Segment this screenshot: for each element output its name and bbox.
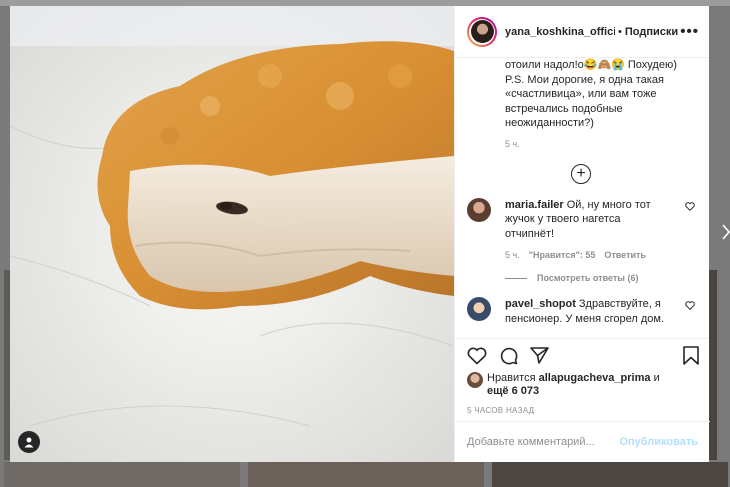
likes-summary: Нравится allapugacheva_prima и ещё 6 073 bbox=[455, 372, 709, 398]
background-post-tile bbox=[248, 462, 484, 487]
background-post-tile bbox=[4, 462, 240, 487]
comment-body: maria.failer Ой, ну много тот жучок у тво… bbox=[505, 198, 670, 242]
likes-prefix: Нравится bbox=[487, 372, 536, 384]
post-timestamp[interactable]: 5 ЧАСОВ НАЗАД bbox=[455, 406, 709, 415]
post-sidebar: yana_koshkina_official • Подписки ••• от… bbox=[454, 6, 710, 462]
comment-item: pavel_shopot Здравствуйте, я пенсионер. У… bbox=[467, 297, 695, 326]
caption-text: отоили надол!о😂🙈😭 Похудею) P.S. Мои доро… bbox=[505, 59, 677, 129]
comment-input[interactable] bbox=[467, 436, 620, 448]
nugget-image bbox=[10, 6, 454, 462]
more-options-icon[interactable]: ••• bbox=[680, 23, 699, 40]
comment-item: maria.failer Ой, ну много тот жучок у тво… bbox=[467, 197, 695, 242]
separator-dot: • bbox=[618, 25, 622, 38]
bookmark-icon[interactable] bbox=[683, 346, 699, 365]
likes-and: и bbox=[653, 372, 660, 384]
comment-likes[interactable]: "Нравится": 55 bbox=[529, 250, 596, 260]
caption-timestamp: 5 ч. bbox=[505, 138, 520, 149]
plus-circle-icon[interactable]: + bbox=[571, 163, 591, 184]
publish-button[interactable]: Опубликовать bbox=[619, 436, 698, 448]
share-icon[interactable] bbox=[530, 347, 549, 364]
commenter-username[interactable]: maria.failer bbox=[505, 199, 564, 211]
background-post-tile bbox=[492, 462, 728, 487]
commenter-username[interactable]: pavel_shopot bbox=[505, 298, 576, 310]
author-avatar[interactable] bbox=[467, 16, 497, 47]
post-photo bbox=[10, 6, 454, 462]
heart-icon[interactable] bbox=[467, 347, 487, 365]
commenter-avatar[interactable] bbox=[467, 197, 491, 222]
comment-meta: 5 ч. "Нравится": 55 Ответить bbox=[505, 250, 695, 260]
liker-avatar[interactable] bbox=[467, 372, 483, 388]
add-comment-bar: Опубликовать bbox=[455, 421, 710, 462]
action-bar bbox=[455, 338, 709, 372]
load-more-comments[interactable]: + bbox=[467, 163, 695, 184]
post-modal: yana_koshkina_official • Подписки ••• от… bbox=[10, 6, 710, 462]
comment-icon[interactable] bbox=[499, 346, 518, 365]
liked-by-username[interactable]: allapugacheva_prima bbox=[539, 372, 651, 384]
comment-body: pavel_shopot Здравствуйте, я пенсионер. У… bbox=[505, 297, 670, 326]
heart-icon[interactable] bbox=[685, 301, 695, 310]
view-replies[interactable]: Посмотреть ответы (6) bbox=[505, 273, 695, 283]
comments-list[interactable]: отоили надол!о😂🙈😭 Похудею) P.S. Мои доро… bbox=[455, 58, 709, 338]
view-replies-label[interactable]: Посмотреть ответы (6) bbox=[537, 273, 638, 283]
author-username[interactable]: yana_koshkina_official bbox=[505, 26, 615, 38]
user-tag-icon bbox=[24, 437, 34, 448]
commenter-avatar[interactable] bbox=[467, 297, 491, 321]
next-post-arrow-icon[interactable] bbox=[722, 224, 730, 240]
reply-button[interactable]: Ответить bbox=[604, 250, 646, 260]
user-tag-button[interactable] bbox=[18, 431, 40, 453]
likes-count[interactable]: ещё 6 073 bbox=[487, 385, 539, 397]
following-button[interactable]: Подписки bbox=[625, 26, 678, 38]
replies-line bbox=[505, 277, 527, 279]
post-header: yana_koshkina_official • Подписки ••• bbox=[455, 6, 709, 58]
heart-icon[interactable] bbox=[685, 201, 695, 211]
background-post-tile bbox=[709, 270, 717, 460]
comment-timestamp: 5 ч. bbox=[505, 250, 520, 260]
